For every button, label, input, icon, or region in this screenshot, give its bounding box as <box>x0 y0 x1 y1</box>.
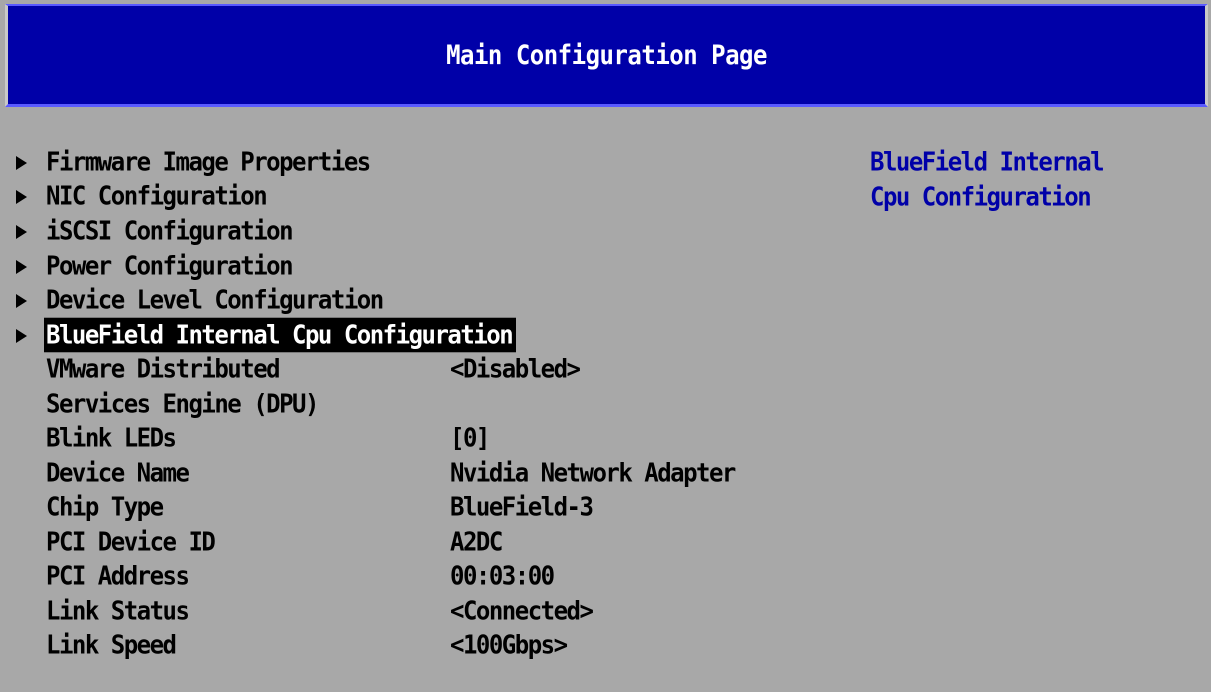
info-label: Device Name <box>46 457 190 489</box>
menu-item-firmware-image-properties[interactable]: Firmware Image Properties <box>0 145 840 179</box>
setting-vmware-dse[interactable]: VMware Distributed <Disabled> <box>0 352 840 386</box>
menu-item-label: Firmware Image Properties <box>46 146 371 178</box>
submenu-arrow-icon <box>14 179 34 213</box>
submenu-arrow-icon <box>14 145 34 179</box>
help-text-line-1: BlueField Internal <box>870 146 1105 178</box>
submenu-arrow-icon <box>14 249 34 283</box>
info-value: A2DC <box>450 526 503 558</box>
info-value: BlueField-3 <box>450 491 594 523</box>
menu-item-label: Device Level Configuration <box>46 284 384 316</box>
menu-item-bluefield-internal-cpu-configuration[interactable]: BlueField Internal Cpu Configuration <box>0 317 840 353</box>
setting-vmware-dse-continued: Services Engine (DPU) <box>0 387 840 421</box>
info-pci-device-id: PCI Device ID A2DC <box>0 525 840 559</box>
menu-item-nic-configuration[interactable]: NIC Configuration <box>0 179 840 213</box>
info-value: Nvidia Network Adapter <box>450 457 736 489</box>
header-bar: Main Configuration Page <box>0 0 1211 110</box>
setting-label: Blink LEDs <box>46 422 177 454</box>
help-text-line-2: Cpu Configuration <box>870 181 1092 213</box>
setting-value-input[interactable]: [0] <box>450 420 490 457</box>
info-value: <Connected> <box>450 595 594 627</box>
submenu-arrow-icon <box>14 214 34 248</box>
info-device-name: Device Name Nvidia Network Adapter <box>0 456 840 490</box>
info-label: Link Status <box>46 595 190 627</box>
setting-label: Services Engine (DPU) <box>46 388 319 420</box>
info-value: 00:03:00 <box>450 560 555 592</box>
menu-item-device-level-configuration[interactable]: Device Level Configuration <box>0 283 840 317</box>
setting-label: VMware Distributed <box>46 353 281 385</box>
info-label: PCI Device ID <box>46 526 216 558</box>
info-chip-type: Chip Type BlueField-3 <box>0 490 840 524</box>
info-label: Chip Type <box>46 491 164 523</box>
title-panel: Main Configuration Page <box>5 4 1208 107</box>
menu-item-power-configuration[interactable]: Power Configuration <box>0 249 840 283</box>
menu-item-label: iSCSI Configuration <box>46 215 294 247</box>
info-label: PCI Address <box>46 560 190 592</box>
menu-item-label-selected: BlueField Internal Cpu Configuration <box>44 317 517 353</box>
menu-item-label: Power Configuration <box>46 250 294 282</box>
submenu-arrow-icon <box>14 283 34 317</box>
help-text-panel: BlueField Internal Cpu Configuration <box>870 145 1200 215</box>
submenu-arrow-icon <box>14 318 34 352</box>
info-label: Link Speed <box>46 629 177 661</box>
page-title: Main Configuration Page <box>446 39 767 71</box>
info-pci-address: PCI Address 00:03:00 <box>0 559 840 593</box>
info-link-status: Link Status <Connected> <box>0 594 840 628</box>
info-link-speed: Link Speed <100Gbps> <box>0 628 840 662</box>
menu-item-label: NIC Configuration <box>46 180 268 212</box>
menu-item-iscsi-configuration[interactable]: iSCSI Configuration <box>0 214 840 248</box>
setting-blink-leds[interactable]: Blink LEDs [0] <box>0 421 840 455</box>
info-value: <100Gbps> <box>450 629 568 661</box>
setting-value-dropdown[interactable]: <Disabled> <box>450 351 581 388</box>
